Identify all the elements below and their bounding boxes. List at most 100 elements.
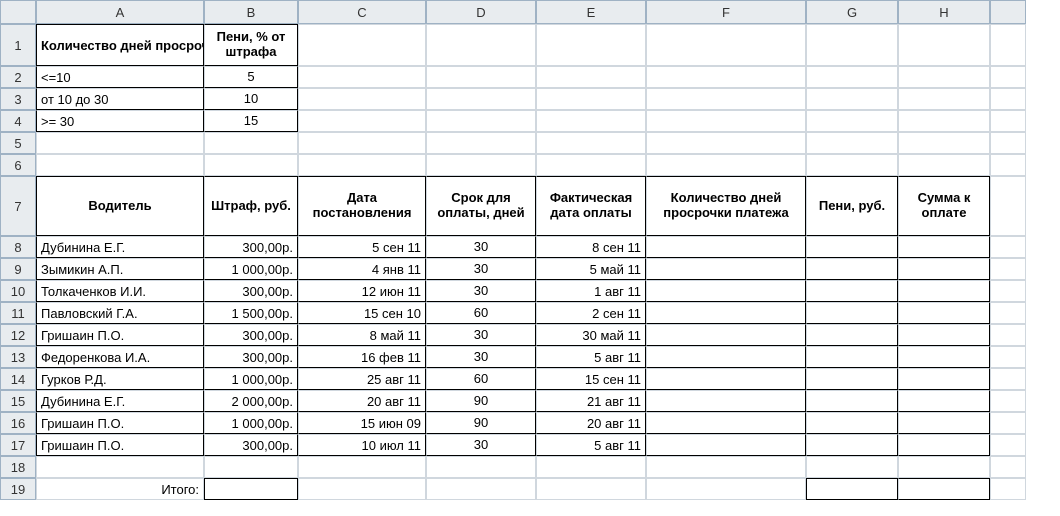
table-cell-r8-c2[interactable]: 5 сен 11 xyxy=(298,236,426,258)
table-cell-r8-c3[interactable]: 30 xyxy=(426,236,536,258)
col-header-B[interactable]: B xyxy=(204,0,298,24)
table-cell-r15-c4[interactable]: 21 авг 11 xyxy=(536,390,646,412)
table-cell-r13-c3[interactable]: 30 xyxy=(426,346,536,368)
empty[interactable] xyxy=(536,154,646,176)
table-cell-r16-c5[interactable] xyxy=(646,412,806,434)
empty[interactable] xyxy=(426,88,536,110)
empty[interactable] xyxy=(646,132,806,154)
table-cell-r14-c5[interactable] xyxy=(646,368,806,390)
table-cell-r10-c1[interactable]: 300,00р. xyxy=(204,280,298,302)
empty[interactable] xyxy=(298,456,426,478)
empty[interactable] xyxy=(426,132,536,154)
table-cell-r17-c3[interactable]: 30 xyxy=(426,434,536,456)
empty[interactable] xyxy=(898,66,990,88)
col-header-F[interactable]: F xyxy=(646,0,806,24)
col-header-E[interactable]: E xyxy=(536,0,646,24)
table-cell-r17-c7[interactable] xyxy=(898,434,990,456)
table-cell-r9-c7[interactable] xyxy=(898,258,990,280)
table-cell-r17-c4[interactable]: 5 авг 11 xyxy=(536,434,646,456)
top-row-a-2[interactable]: <=10 xyxy=(36,66,204,88)
row-header-14[interactable]: 14 xyxy=(0,368,36,390)
empty[interactable] xyxy=(806,110,898,132)
table-cell-r11-c3[interactable]: 60 xyxy=(426,302,536,324)
empty[interactable] xyxy=(426,66,536,88)
footer-total-g[interactable] xyxy=(806,478,898,500)
table-cell-r12-c5[interactable] xyxy=(646,324,806,346)
table-cell-r17-c5[interactable] xyxy=(646,434,806,456)
empty[interactable] xyxy=(536,24,646,66)
table-cell-r16-c2[interactable]: 15 июн 09 xyxy=(298,412,426,434)
table-cell-r16-c6[interactable] xyxy=(806,412,898,434)
table-cell-r17-c2[interactable]: 10 июл 11 xyxy=(298,434,426,456)
table-cell-r10-c7[interactable] xyxy=(898,280,990,302)
table-cell-r11-c0[interactable]: Павловский Г.А. xyxy=(36,302,204,324)
empty[interactable] xyxy=(36,132,204,154)
empty[interactable] xyxy=(536,478,646,500)
table-cell-r15-c0[interactable]: Дубинина Е.Г. xyxy=(36,390,204,412)
top-row-a-3[interactable]: от 10 до 30 xyxy=(36,88,204,110)
table-cell-r11-c2[interactable]: 15 сен 10 xyxy=(298,302,426,324)
table-cell-r12-c6[interactable] xyxy=(806,324,898,346)
empty[interactable] xyxy=(806,132,898,154)
empty[interactable] xyxy=(204,456,298,478)
empty[interactable] xyxy=(204,154,298,176)
table-cell-r9-c4[interactable]: 5 май 11 xyxy=(536,258,646,280)
table-cell-r10-c2[interactable]: 12 июн 11 xyxy=(298,280,426,302)
empty[interactable] xyxy=(806,88,898,110)
empty[interactable] xyxy=(898,88,990,110)
table-cell-r11-c4[interactable]: 2 сен 11 xyxy=(536,302,646,324)
empty[interactable] xyxy=(646,110,806,132)
empty[interactable] xyxy=(298,110,426,132)
row-header-7[interactable]: 7 xyxy=(0,176,36,236)
table-cell-r17-c0[interactable]: Гришаин П.О. xyxy=(36,434,204,456)
empty[interactable] xyxy=(646,88,806,110)
table-cell-r11-c5[interactable] xyxy=(646,302,806,324)
empty[interactable] xyxy=(298,24,426,66)
table-cell-r13-c4[interactable]: 5 авг 11 xyxy=(536,346,646,368)
empty[interactable] xyxy=(36,154,204,176)
table-cell-r8-c1[interactable]: 300,00р. xyxy=(204,236,298,258)
col-header-H[interactable]: H xyxy=(898,0,990,24)
row-header-8[interactable]: 8 xyxy=(0,236,36,258)
row-header-4[interactable]: 4 xyxy=(0,110,36,132)
empty[interactable] xyxy=(298,66,426,88)
table-cell-r15-c2[interactable]: 20 авг 11 xyxy=(298,390,426,412)
top-row-b-3[interactable]: 10 xyxy=(204,88,298,110)
empty[interactable] xyxy=(204,132,298,154)
col-header-A[interactable]: A xyxy=(36,0,204,24)
col-header-D[interactable]: D xyxy=(426,0,536,24)
table-cell-r12-c4[interactable]: 30 май 11 xyxy=(536,324,646,346)
row-header-16[interactable]: 16 xyxy=(0,412,36,434)
table-cell-r15-c6[interactable] xyxy=(806,390,898,412)
row-header-5[interactable]: 5 xyxy=(0,132,36,154)
table-cell-r11-c1[interactable]: 1 500,00р. xyxy=(204,302,298,324)
table-cell-r10-c3[interactable]: 30 xyxy=(426,280,536,302)
table-cell-r16-c1[interactable]: 1 000,00р. xyxy=(204,412,298,434)
empty[interactable] xyxy=(426,110,536,132)
table-cell-r13-c6[interactable] xyxy=(806,346,898,368)
empty[interactable] xyxy=(536,456,646,478)
table-cell-r9-c2[interactable]: 4 янв 11 xyxy=(298,258,426,280)
table-cell-r13-c2[interactable]: 16 фев 11 xyxy=(298,346,426,368)
col-header-C[interactable]: C xyxy=(298,0,426,24)
table-cell-r15-c1[interactable]: 2 000,00р. xyxy=(204,390,298,412)
spreadsheet-grid[interactable]: ABCDEFGH1Количество дней просрочки плате… xyxy=(0,0,1060,500)
empty[interactable] xyxy=(806,456,898,478)
table-cell-r12-c0[interactable]: Гришаин П.О. xyxy=(36,324,204,346)
row-header-11[interactable]: 11 xyxy=(0,302,36,324)
table-cell-r10-c0[interactable]: Толкаченков И.И. xyxy=(36,280,204,302)
table-cell-r12-c2[interactable]: 8 май 11 xyxy=(298,324,426,346)
table-cell-r15-c3[interactable]: 90 xyxy=(426,390,536,412)
row-header-13[interactable]: 13 xyxy=(0,346,36,368)
row-header-10[interactable]: 10 xyxy=(0,280,36,302)
table-cell-r14-c2[interactable]: 25 авг 11 xyxy=(298,368,426,390)
table-cell-r8-c6[interactable] xyxy=(806,236,898,258)
table-cell-r10-c4[interactable]: 1 авг 11 xyxy=(536,280,646,302)
row-header-1[interactable]: 1 xyxy=(0,24,36,66)
empty[interactable] xyxy=(646,456,806,478)
empty[interactable] xyxy=(898,110,990,132)
table-cell-r17-c1[interactable]: 300,00р. xyxy=(204,434,298,456)
empty[interactable] xyxy=(536,132,646,154)
table-cell-r9-c3[interactable]: 30 xyxy=(426,258,536,280)
table-cell-r9-c0[interactable]: Зымикин А.П. xyxy=(36,258,204,280)
